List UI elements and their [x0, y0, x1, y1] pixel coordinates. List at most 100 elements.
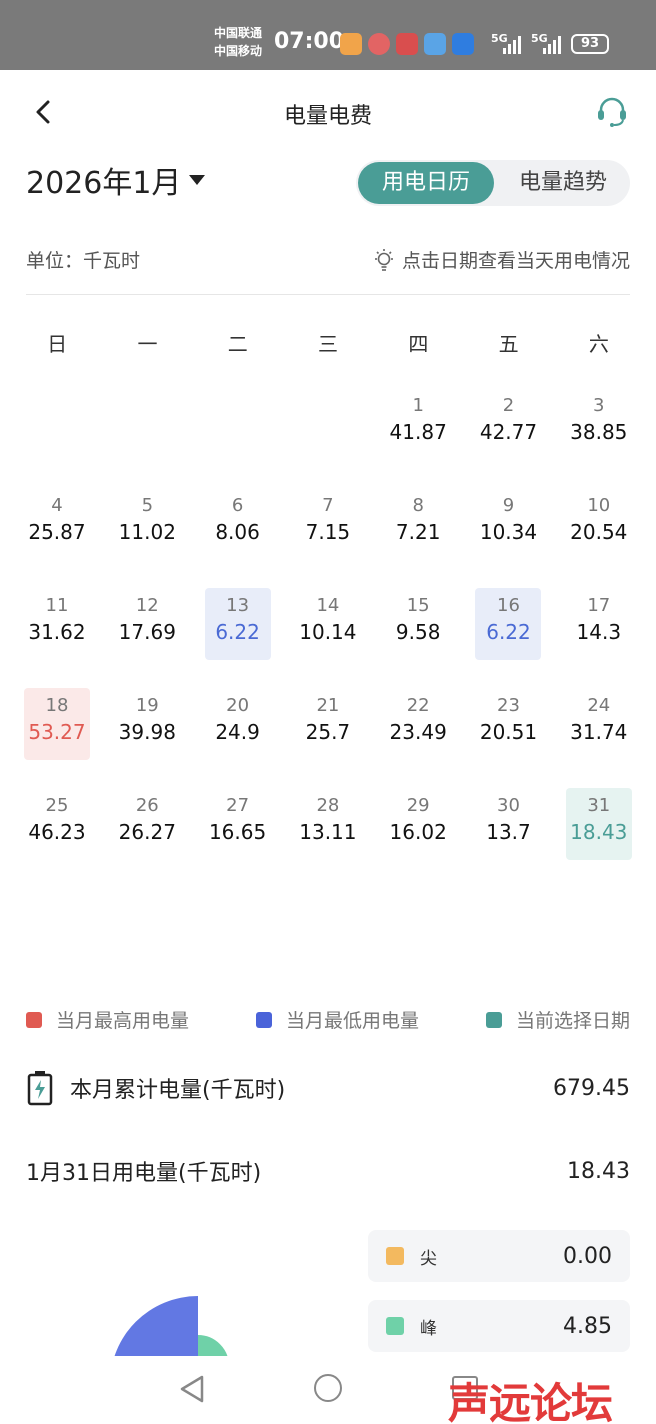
period-value: 4.85: [563, 1313, 612, 1339]
day-kwh-value: 42.77: [479, 420, 538, 444]
calendar-day-10[interactable]: 10 20.54: [554, 488, 644, 588]
alipay-icon: [452, 33, 474, 55]
lightbulb-icon: [374, 248, 393, 271]
calendar-day-28[interactable]: 28 13.11: [283, 788, 373, 888]
day-number: 5: [141, 495, 154, 516]
calendar-day-16[interactable]: 16 6.22: [463, 588, 553, 688]
calendar-day-box: 25 46.23: [24, 788, 90, 860]
calendar-day-1[interactable]: 1 41.87: [373, 388, 463, 488]
calendar-day-box: 22 23.49: [385, 688, 451, 760]
calendar-day-2[interactable]: 2 42.77: [463, 388, 553, 488]
calendar-day-11[interactable]: 11 31.62: [12, 588, 102, 688]
calendar-day-box: 10 20.54: [566, 488, 632, 560]
day-number: 11: [45, 595, 69, 616]
legend-item-selected: 当前选择日期: [485, 1006, 630, 1033]
tab-power-calendar[interactable]: 用电日历: [358, 162, 494, 204]
calendar-day-24[interactable]: 24 31.74: [554, 688, 644, 788]
calendar-day-box: 23 20.51: [475, 688, 541, 760]
calendar-day-14[interactable]: 14 10.14: [283, 588, 373, 688]
calendar-day-4[interactable]: 4 25.87: [12, 488, 102, 588]
calendar-day-21[interactable]: 21 25.7: [283, 688, 373, 788]
calendar-day-6[interactable]: 6 8.06: [193, 488, 283, 588]
day-number: 2: [502, 395, 515, 416]
month-total-label: 本月累计电量(千瓦时): [70, 1078, 286, 1103]
day-number: 31: [587, 795, 611, 816]
day-kwh-value: 31.62: [28, 620, 86, 644]
calendar-day-20[interactable]: 20 24.9: [193, 688, 283, 788]
day-number: 24: [587, 695, 611, 716]
weekday-label: 日: [47, 332, 68, 356]
day-number: 23: [497, 695, 520, 716]
status-time: 07:00: [274, 29, 345, 54]
security-app-icon: [368, 33, 390, 55]
period-swatch: [386, 1247, 404, 1265]
day-kwh-value: 6.22: [486, 620, 531, 644]
calendar-day-13[interactable]: 13 6.22: [193, 588, 283, 688]
day-number: 25: [45, 795, 69, 816]
calendar-day-23[interactable]: 23 20.51: [463, 688, 553, 788]
battery-indicator: 93: [571, 34, 609, 54]
period-swatch: [386, 1317, 404, 1335]
period-label: 峰: [420, 1318, 437, 1339]
day-number: 16: [497, 595, 520, 616]
hint-text: 点击日期查看当天用电情况: [401, 250, 630, 272]
calendar-day-5[interactable]: 5 11.02: [102, 488, 192, 588]
customer-service-icon[interactable]: [594, 94, 630, 130]
calendar-grid: 1 41.87 2 42.77 3 38.85 4 25.87 5 11.02 6 8.06 7 7.15…: [12, 388, 644, 888]
nav-back-icon[interactable]: [178, 1374, 206, 1404]
calendar-day-box: 6 8.06: [205, 488, 271, 560]
calendar-day-19[interactable]: 19 39.98: [102, 688, 192, 788]
day-kwh-value: 8.06: [215, 520, 260, 544]
day-number: 13: [226, 595, 250, 616]
calendar-day-15[interactable]: 15 9.58: [373, 588, 463, 688]
day-number: 15: [406, 595, 430, 616]
calendar-day-29[interactable]: 29 16.02: [373, 788, 463, 888]
calendar-day-17[interactable]: 17 14.3: [554, 588, 644, 688]
tab-power-trend[interactable]: 电量趋势: [496, 160, 630, 206]
calendar-day-25[interactable]: 25 46.23: [12, 788, 102, 888]
calendar-day-box: 5 11.02: [114, 488, 180, 560]
calendar-blank-cell: [193, 388, 283, 488]
day-kwh-value: 41.87: [389, 420, 447, 444]
signal-icon: [503, 36, 521, 54]
day-kwh-value: 16.65: [208, 820, 267, 844]
day-kwh-value: 18.43: [570, 820, 628, 844]
calendar-day-27[interactable]: 27 16.65: [193, 788, 283, 888]
day-kwh-value: 20.51: [479, 720, 538, 744]
nav-home-icon[interactable]: [314, 1374, 342, 1402]
calendar-day-7[interactable]: 7 7.15: [283, 488, 373, 588]
calendar-day-31[interactable]: 31 18.43: [554, 788, 644, 888]
day-number: 8: [412, 495, 424, 516]
calendar-day-box: 13 6.22: [204, 588, 271, 660]
carrier-info: 中国联通 中国移动: [214, 24, 262, 60]
hint: 点击日期查看当天用电情况: [372, 246, 630, 273]
day-kwh-value: 7.21: [395, 520, 441, 544]
calendar-day-22[interactable]: 22 23.49: [373, 688, 463, 788]
calendar-day-30[interactable]: 30 13.7: [463, 788, 553, 888]
day-kwh-value: 14.3: [576, 620, 622, 644]
legend-item-lowest: 当月最低用电量: [255, 1006, 419, 1033]
period-value: 0.00: [563, 1243, 612, 1269]
battery-charge-icon: [27, 1071, 53, 1106]
month-total-row: 本月累计电量(千瓦时) 679.45: [26, 1070, 630, 1106]
calendar-day-12[interactable]: 12 17.69: [102, 588, 192, 688]
calendar-day-18[interactable]: 18 53.27: [12, 688, 102, 788]
day-kwh-value: 31.74: [570, 720, 628, 744]
calendar-day-box: 29 16.02: [385, 788, 451, 860]
calendar-day-box: 27 16.65: [205, 788, 271, 860]
day-kwh-value: 6.22: [215, 620, 260, 644]
day-number: 18: [45, 695, 69, 716]
day-kwh-value: 25.87: [28, 520, 86, 544]
calendar-day-3[interactable]: 3 38.85: [554, 388, 644, 488]
calendar-day-26[interactable]: 26 26.27: [102, 788, 192, 888]
day-number: 22: [406, 695, 430, 716]
day-number: 19: [135, 695, 159, 716]
calendar-day-8[interactable]: 8 7.21: [373, 488, 463, 588]
calendar-day-box: 16 6.22: [475, 588, 542, 660]
calendar-day-9[interactable]: 9 10.34: [463, 488, 553, 588]
day-kwh-value: 9.58: [395, 620, 441, 644]
calendar-day-box: 31 18.43: [565, 788, 632, 860]
day-kwh-value: 20.54: [570, 520, 628, 544]
month-selector[interactable]: 2026年1月: [26, 158, 206, 202]
app-notification-icon: [340, 33, 362, 55]
